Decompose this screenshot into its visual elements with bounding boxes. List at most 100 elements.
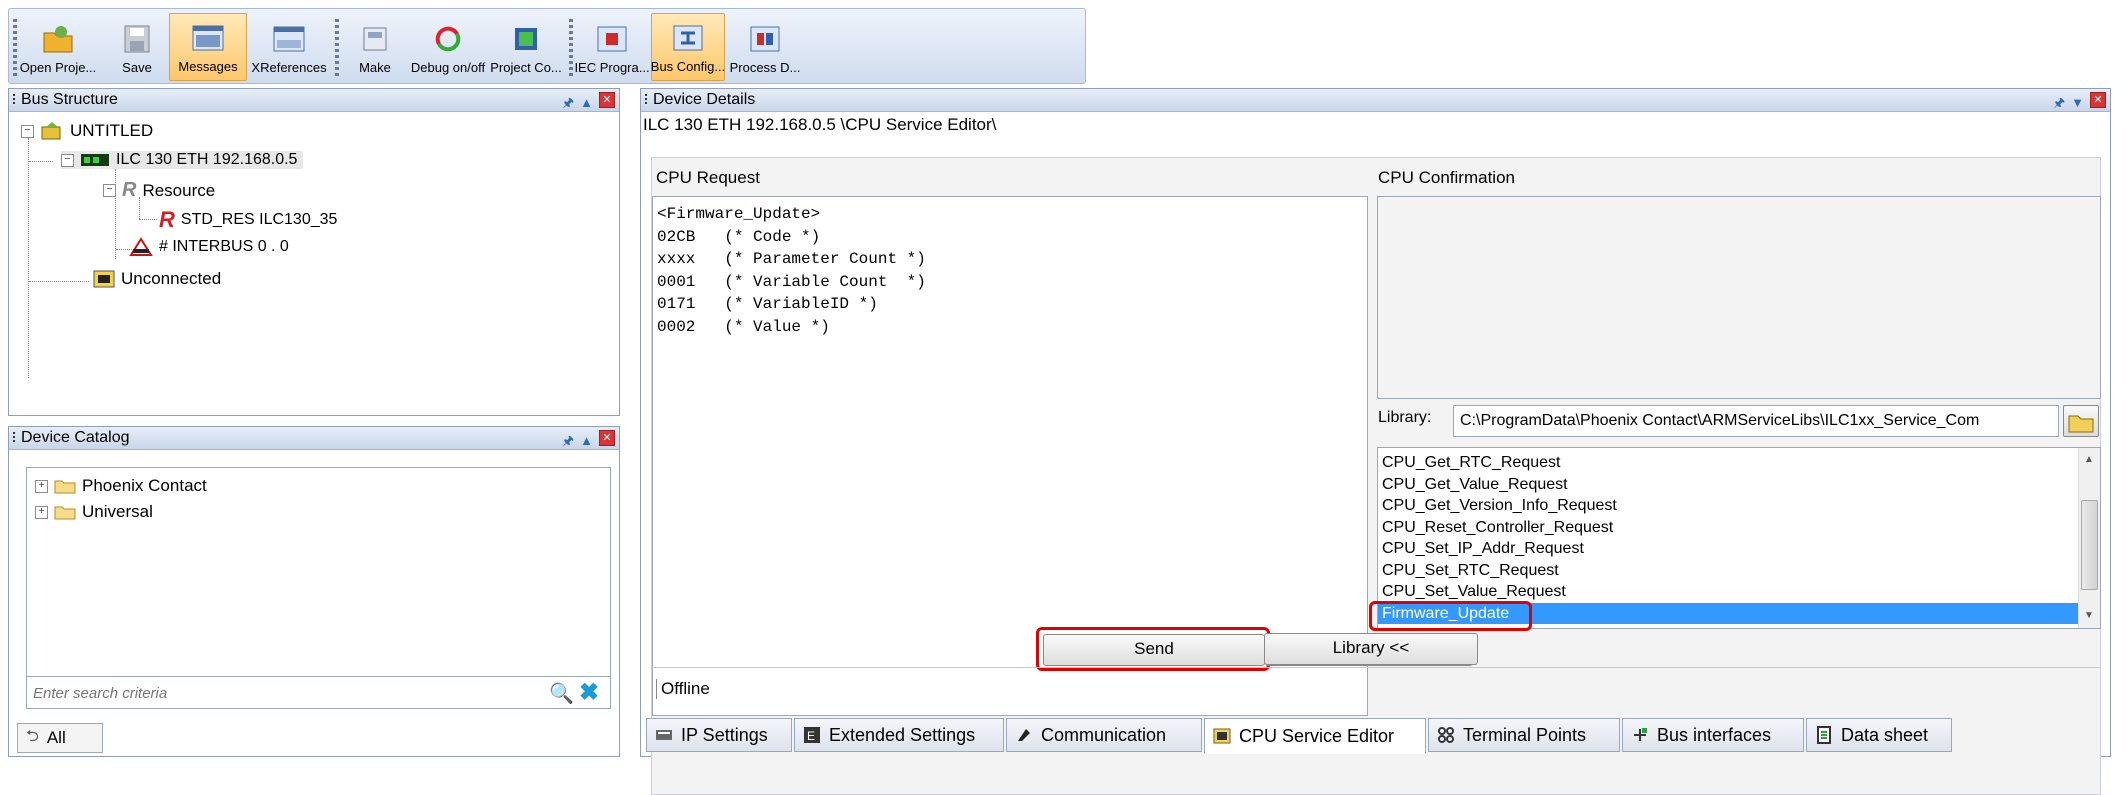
tree-node-resource[interactable]: − R Resource bbox=[103, 179, 215, 202]
terminal-points-icon bbox=[1438, 727, 1454, 743]
highlight-send-button bbox=[1036, 627, 1270, 671]
catalog-filter-tab[interactable]: ⮌ All bbox=[17, 723, 103, 753]
cpu-service-editor-icon bbox=[1213, 728, 1231, 744]
status-text: Offline bbox=[656, 679, 710, 699]
collapse-icon[interactable]: − bbox=[103, 184, 116, 197]
close-icon[interactable]: ✕ bbox=[599, 92, 615, 108]
browse-library-button[interactable] bbox=[2063, 405, 2099, 437]
messages-window-icon bbox=[192, 25, 224, 51]
resource-icon: R bbox=[122, 179, 137, 201]
catalog-item-phoenix-contact[interactable]: + Phoenix Contact bbox=[35, 476, 207, 496]
scroll-down-icon[interactable]: ▼ bbox=[2084, 610, 2094, 621]
tree-node-interbus[interactable]: # INTERBUS 0 . 0 bbox=[129, 237, 289, 257]
breadcrumb: ILC 130 ETH 192.168.0.5 \CPU Service Edi… bbox=[643, 115, 997, 134]
filter-icon: ⮌ bbox=[26, 727, 39, 745]
highlight-firmware-update bbox=[1369, 601, 1532, 631]
scroll-up-icon[interactable]: ▲ bbox=[2084, 454, 2094, 465]
tree-node-unconnected[interactable]: Unconnected bbox=[93, 269, 221, 289]
close-icon[interactable]: ✕ bbox=[2090, 92, 2106, 108]
open-folder-icon bbox=[43, 26, 73, 53]
library-item[interactable]: CPU_Get_Version_Info_Request bbox=[1378, 495, 2078, 517]
expand-icon[interactable]: + bbox=[35, 479, 48, 493]
project-compare-icon bbox=[515, 28, 537, 50]
cpu-request-label: CPU Request bbox=[656, 168, 760, 187]
library-item[interactable]: CPU_Get_RTC_Request bbox=[1378, 452, 2078, 474]
bus-configuration-icon bbox=[673, 25, 703, 51]
project-icon bbox=[41, 122, 61, 140]
unconnected-icon bbox=[93, 270, 115, 288]
toolbar-grip[interactable] bbox=[13, 19, 17, 79]
library-scrollbar[interactable]: ▲ ▼ bbox=[2078, 448, 2100, 628]
xreferences-window-icon bbox=[273, 26, 305, 52]
resource-red-icon: R bbox=[159, 207, 175, 232]
main-toolbar: Open Proje... Save Messages XReferences … bbox=[8, 8, 1086, 84]
pin-icon[interactable]: 🖈 bbox=[562, 92, 574, 114]
bus-structure-panel: Bus Structure 🖈 ▲ ✕ − UNTITLED − ILC 130 E… bbox=[8, 88, 620, 416]
process-data-button[interactable]: Process D... bbox=[727, 13, 803, 81]
collapse-up-icon[interactable]: ▲ bbox=[580, 92, 593, 114]
communication-icon bbox=[1018, 729, 1030, 741]
ip-settings-icon bbox=[656, 730, 672, 740]
catalog-search-input[interactable] bbox=[31, 680, 515, 706]
folder-icon bbox=[54, 480, 76, 494]
tab-cpu-service-editor[interactable]: CPU Service Editor bbox=[1204, 718, 1426, 754]
device-catalog-title: Device Catalog 🖈 ▲ ✕ bbox=[9, 427, 619, 450]
tab-bus-interfaces[interactable]: Bus interfaces bbox=[1622, 718, 1804, 752]
close-icon[interactable]: ✕ bbox=[599, 430, 615, 446]
library-item[interactable]: CPU_Reset_Controller_Request bbox=[1378, 517, 2078, 539]
tab-communication[interactable]: Communication bbox=[1006, 718, 1202, 752]
pin-icon[interactable]: 🖈 bbox=[2053, 92, 2065, 114]
tab-extended-settings[interactable]: E Extended Settings bbox=[794, 718, 1004, 752]
tab-ip-settings[interactable]: IP Settings bbox=[646, 718, 792, 752]
pin-icon[interactable]: 🖈 bbox=[562, 430, 574, 452]
toolbar-grip[interactable] bbox=[335, 19, 339, 79]
process-data-icon bbox=[750, 26, 780, 52]
collapse-icon[interactable]: − bbox=[61, 153, 74, 167]
bus-interfaces-icon bbox=[1634, 728, 1647, 741]
collapse-down-icon[interactable]: ▼ bbox=[2071, 92, 2084, 114]
tree-node-ilc130[interactable]: − ILC 130 ETH 192.168.0.5 bbox=[61, 151, 304, 169]
library-item[interactable]: CPU_Set_Value_Request bbox=[1378, 581, 2078, 603]
folder-icon bbox=[54, 506, 76, 520]
iec-programming-button[interactable]: IEC Progra... bbox=[574, 13, 650, 81]
xreferences-button[interactable]: XReferences bbox=[249, 13, 329, 81]
cpu-confirmation-box[interactable] bbox=[1377, 196, 2101, 399]
toolbar-grip[interactable] bbox=[569, 19, 573, 79]
make-button[interactable]: Make bbox=[347, 13, 403, 81]
open-project-button[interactable]: Open Proje... bbox=[19, 13, 97, 81]
cpu-confirmation-label: CPU Confirmation bbox=[1378, 168, 1515, 187]
svg-text:E: E bbox=[807, 729, 815, 743]
library-item[interactable]: CPU_Set_IP_Addr_Request bbox=[1378, 538, 2078, 560]
bus-structure-title: Bus Structure 🖈 ▲ ✕ bbox=[9, 89, 619, 112]
search-icon[interactable]: 🔍 bbox=[549, 681, 574, 706]
tab-terminal-points[interactable]: Terminal Points bbox=[1428, 718, 1620, 752]
make-icon bbox=[363, 27, 387, 51]
scroll-thumb[interactable] bbox=[2081, 500, 2098, 590]
library-toggle-button[interactable]: Library << bbox=[1264, 633, 1478, 665]
messages-button[interactable]: Messages bbox=[169, 13, 247, 81]
collapse-icon[interactable]: − bbox=[21, 124, 34, 138]
iec-programming-icon bbox=[597, 26, 627, 52]
tab-data-sheet[interactable]: Data sheet bbox=[1806, 718, 1952, 752]
catalog-item-universal[interactable]: + Universal bbox=[35, 502, 153, 522]
library-item[interactable]: CPU_Set_RTC_Request bbox=[1378, 560, 2078, 582]
interbus-icon bbox=[129, 237, 153, 256]
debug-toggle-button[interactable]: Debug on/off bbox=[409, 13, 487, 81]
clear-search-icon[interactable]: ✖ bbox=[579, 678, 599, 707]
library-path-field[interactable]: C:\ProgramData\Phoenix Contact\ARMServic… bbox=[1453, 405, 2059, 437]
controller-icon bbox=[81, 154, 109, 166]
catalog-search-bar: 🔍 ✖ bbox=[26, 677, 611, 709]
save-disk-icon bbox=[124, 25, 150, 53]
device-catalog-panel: Device Catalog 🖈 ▲ ✕ + Phoenix Contact + U… bbox=[8, 426, 620, 757]
tree-node-untitled[interactable]: − UNTITLED bbox=[21, 121, 153, 141]
data-sheet-icon bbox=[1817, 726, 1831, 744]
tree-node-std-res[interactable]: R STD_RES ILC130_35 bbox=[159, 207, 337, 233]
bus-configuration-button[interactable]: Bus Config... bbox=[651, 13, 725, 81]
project-comparison-button[interactable]: Project Co... bbox=[489, 13, 563, 81]
library-item[interactable]: CPU_Get_Value_Request bbox=[1378, 474, 2078, 496]
expand-icon[interactable]: + bbox=[35, 505, 48, 519]
save-button[interactable]: Save bbox=[109, 13, 165, 81]
collapse-up-icon[interactable]: ▲ bbox=[580, 430, 593, 452]
device-details-title: Device Details 🖈 ▼ ✕ bbox=[641, 89, 2110, 112]
open-folder-icon bbox=[2068, 415, 2094, 433]
